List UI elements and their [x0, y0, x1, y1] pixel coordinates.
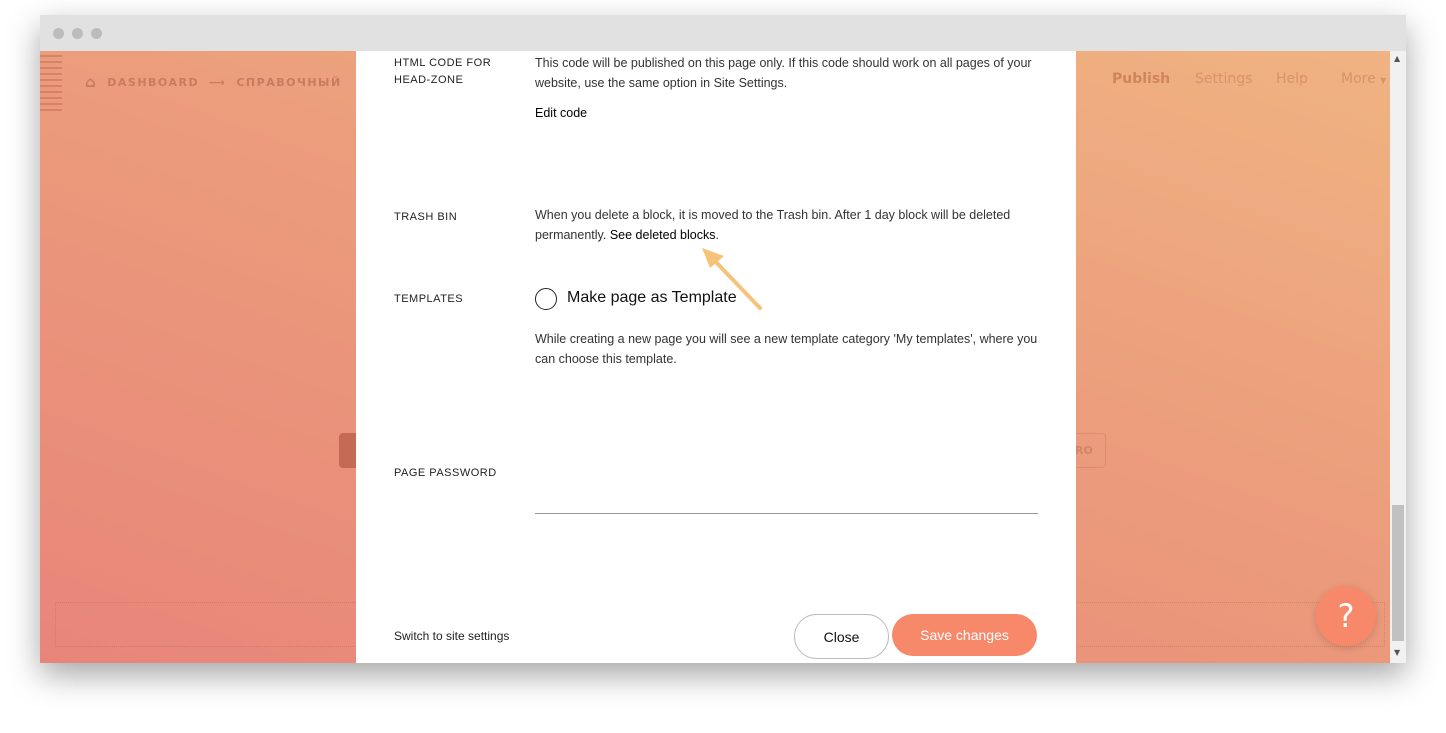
trash-period: . — [715, 228, 719, 242]
nav-more-label: More — [1341, 71, 1376, 87]
close-button[interactable]: Close — [794, 614, 889, 659]
page-password-label: PAGE PASSWORD — [394, 467, 497, 479]
templates-text: While creating a new page you will see a… — [535, 332, 1038, 366]
page-settings-modal: HTML CODE FOR HEAD-ZONE This code will b… — [356, 51, 1076, 663]
nav-help[interactable]: Help — [1276, 71, 1308, 87]
see-deleted-blocks-link[interactable]: See deleted blocks — [610, 228, 716, 242]
page-background: ⌂ DASHBOARD ⟶ СПРАВОЧНЫЙ ▼ Publish Setti… — [40, 51, 1390, 663]
title-bar — [40, 15, 1406, 51]
head-zone-label: HTML CODE FOR HEAD-ZONE — [394, 57, 492, 86]
scrollbar[interactable]: ▲ ▼ — [1390, 51, 1406, 663]
browser-window: ⌂ DASHBOARD ⟶ СПРАВОЧНЫЙ ▼ Publish Setti… — [40, 15, 1406, 663]
nav-settings[interactable]: Settings — [1195, 71, 1252, 87]
help-button[interactable]: ? — [1316, 586, 1376, 646]
breadcrumb: ⌂ DASHBOARD ⟶ СПРАВОЧНЫЙ ▼ — [85, 73, 368, 91]
page-password-input[interactable] — [535, 513, 1038, 514]
close-window-dot[interactable] — [53, 28, 64, 39]
zigzag-logo-icon — [40, 51, 62, 111]
breadcrumb-page[interactable]: СПРАВОЧНЫЙ — [236, 76, 341, 89]
edit-code-link[interactable]: Edit code — [535, 103, 1045, 123]
switch-site-settings-link[interactable]: Switch to site settings — [394, 628, 509, 645]
maximize-window-dot[interactable] — [91, 28, 102, 39]
nav-publish[interactable]: Publish — [1112, 71, 1170, 87]
save-changes-button[interactable]: Save changes — [892, 614, 1037, 656]
arrow-right-icon: ⟶ — [209, 75, 227, 89]
head-zone-text: This code will be published on this page… — [535, 56, 1032, 90]
chevron-down-icon: ▼ — [1380, 76, 1387, 85]
template-radio-label[interactable]: Make page as Template — [567, 289, 737, 307]
nav-more[interactable]: More ▼ — [1341, 71, 1386, 87]
scroll-up-icon[interactable]: ▲ — [1394, 54, 1400, 63]
scroll-down-icon[interactable]: ▼ — [1394, 648, 1400, 657]
template-radio[interactable] — [535, 288, 557, 310]
scrollbar-thumb[interactable] — [1392, 505, 1404, 641]
templates-label: TEMPLATES — [394, 293, 464, 305]
trash-bin-text: When you delete a block, it is moved to … — [535, 205, 1045, 245]
trash-bin-description: When you delete a block, it is moved to … — [535, 208, 1011, 242]
trash-bin-label: TRASH BIN — [394, 211, 458, 223]
home-icon[interactable]: ⌂ — [85, 73, 97, 91]
minimize-window-dot[interactable] — [72, 28, 83, 39]
breadcrumb-dashboard[interactable]: DASHBOARD — [107, 76, 199, 89]
